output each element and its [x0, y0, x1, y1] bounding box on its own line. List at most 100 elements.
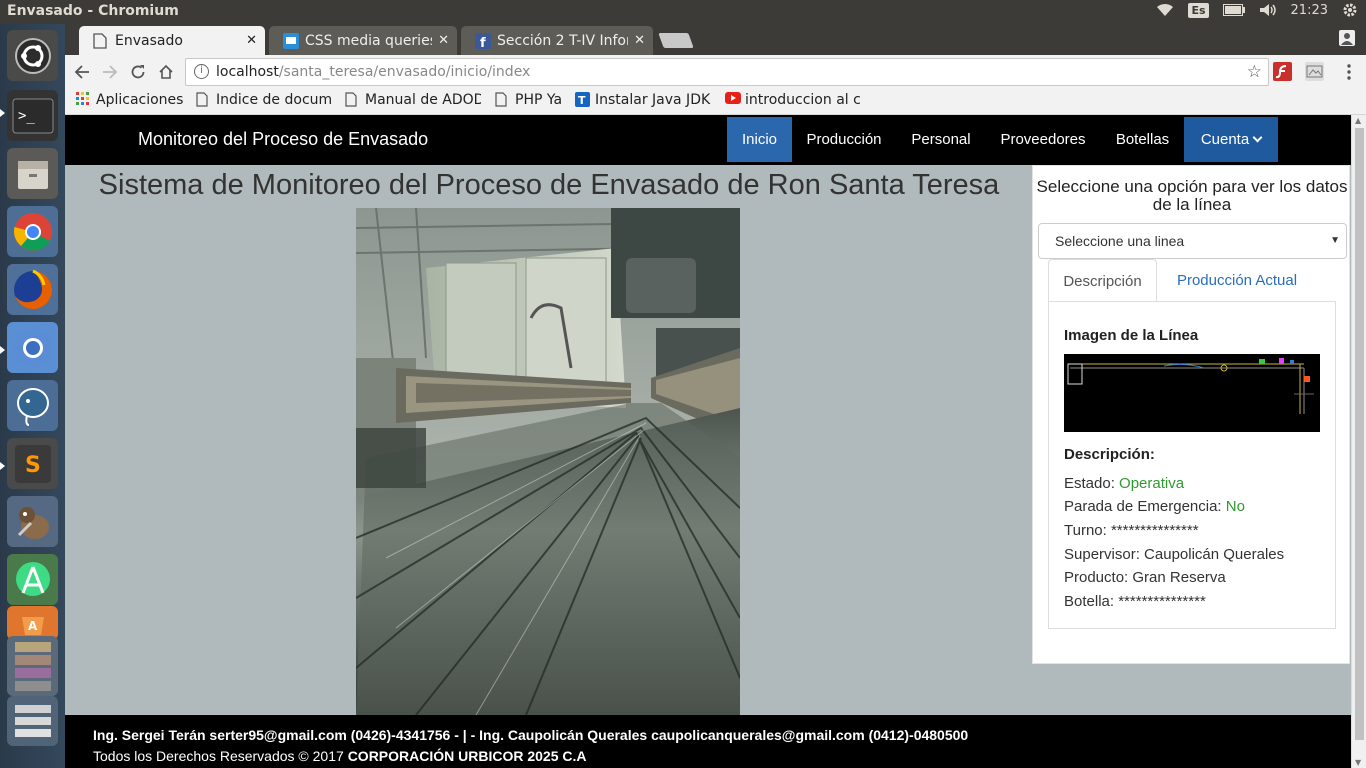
nav-cuenta-dropdown[interactable]: Cuenta — [1184, 117, 1278, 162]
keyboard-layout-indicator[interactable]: Es — [1188, 2, 1209, 18]
svg-text:S: S — [25, 453, 41, 478]
home-icon[interactable] — [154, 60, 178, 84]
wifi-icon[interactable] — [1156, 3, 1174, 17]
battery-icon[interactable] — [1222, 4, 1245, 16]
bookmark-star-icon[interactable]: ☆ — [1247, 62, 1262, 82]
url-host: localhost — [216, 64, 279, 80]
trash-icon[interactable] — [7, 696, 58, 746]
url-text: localhost/santa_teresa/envasado/inicio/i… — [216, 64, 530, 80]
tutorial-site-icon: T — [575, 92, 590, 108]
line-select-prompt: Seleccione una opción para ver los datos… — [1036, 177, 1348, 214]
bookmark-instalar-java[interactable]: T Instalar Java JDK — [575, 92, 713, 108]
line-layout-image — [1064, 354, 1320, 432]
software-center-icon[interactable]: A — [7, 606, 58, 640]
nav-proveedores[interactable]: Proveedores — [991, 117, 1095, 162]
url-path: /santa_teresa/envasado/inicio/index — [278, 64, 531, 80]
user-profile-icon[interactable] — [1338, 29, 1356, 47]
page-icon — [196, 92, 210, 108]
files-icon[interactable] — [7, 148, 58, 199]
tab-descripcion[interactable]: Descripción — [1048, 259, 1157, 302]
field-turno: Turno: *************** — [1064, 522, 1199, 539]
line-select[interactable]: Seleccione una linea ▼ — [1038, 223, 1347, 259]
field-label: Producto: — [1064, 569, 1129, 586]
tab-seccion-2[interactable]: f Sección 2 T-IV Infor ✕ — [461, 26, 653, 55]
svg-text:>_: >_ — [18, 108, 35, 124]
terminal-icon[interactable]: >_ — [7, 90, 58, 141]
field-value: Gran Reserva — [1132, 569, 1226, 586]
flash-extension-icon[interactable] — [1273, 62, 1292, 81]
page-scrollbar[interactable]: ▲ ▼ — [1351, 115, 1366, 768]
status-value: No — [1225, 498, 1245, 515]
reload-icon[interactable] — [126, 60, 150, 84]
tab-title: Sección 2 T-IV Infor — [497, 32, 629, 49]
browser-toolbar: i localhost/santa_teresa/envasado/inicio… — [65, 55, 1366, 89]
field-parada-emergencia: Parada de Emergencia: No — [1064, 498, 1245, 515]
browser-window: Envasado ✕ CSS media queries ✕ f Sección… — [65, 24, 1366, 768]
bookmark-introduccion[interactable]: introduccion al c — [725, 92, 863, 108]
line-info-panel: Seleccione una opción para ver los datos… — [1032, 165, 1350, 664]
tab-produccion-actual[interactable]: Producción Actual — [1162, 259, 1312, 302]
clock[interactable]: 21:23 — [1291, 3, 1328, 18]
android-studio-icon[interactable] — [7, 554, 58, 605]
gear-icon[interactable] — [1342, 2, 1358, 18]
bookmark-label: Manual de ADOD — [365, 92, 481, 108]
ubuntu-dash-icon[interactable] — [7, 30, 58, 81]
bookmark-php-ya[interactable]: PHP Ya — [495, 92, 562, 108]
nav-produccion[interactable]: Producción — [797, 117, 891, 162]
svg-text:A: A — [28, 619, 38, 633]
apps-grid-icon — [76, 92, 90, 108]
bookmark-label: introduccion al c — [745, 92, 861, 108]
footer-rights: Todos los Derechos Reservados © 2017 — [93, 748, 348, 764]
nav-botellas[interactable]: Botellas — [1105, 117, 1180, 162]
field-label: Turno: — [1064, 522, 1107, 539]
line-image-heading: Imagen de la Línea — [1064, 327, 1199, 344]
scroll-down-icon[interactable]: ▼ — [1355, 758, 1361, 767]
close-icon[interactable]: ✕ — [634, 33, 645, 48]
field-value: *************** — [1110, 522, 1199, 539]
bookmark-aplicaciones[interactable]: Aplicaciones — [76, 92, 183, 108]
nav-personal[interactable]: Personal — [901, 117, 981, 162]
chromium-icon[interactable] — [7, 322, 58, 373]
close-icon[interactable]: ✕ — [246, 33, 257, 48]
gimp-icon[interactable] — [7, 496, 58, 547]
launcher: >_ S A — [0, 24, 65, 768]
tab-strip: Envasado ✕ CSS media queries ✕ f Sección… — [65, 24, 1366, 55]
tab-css-media-queries[interactable]: CSS media queries ✕ — [269, 26, 457, 55]
footer-copyright: Todos los Derechos Reservados © 2017 COR… — [93, 748, 587, 764]
field-estado: Estado: Operativa — [1064, 475, 1184, 492]
field-value: *************** — [1118, 593, 1206, 610]
forward-icon[interactable] — [98, 60, 122, 84]
postgresql-icon[interactable] — [7, 380, 58, 431]
close-icon[interactable]: ✕ — [438, 33, 449, 48]
scroll-up-icon[interactable]: ▲ — [1355, 116, 1361, 125]
site-navbar: Monitoreo del Proceso de Envasado Inicio… — [65, 115, 1351, 165]
bookmarks-bar: Aplicaciones Indice de docume Manual de … — [65, 89, 1366, 115]
back-icon[interactable] — [70, 60, 94, 84]
workspaces-icon[interactable] — [7, 636, 58, 696]
svg-text:f: f — [480, 36, 486, 49]
tab-envasado[interactable]: Envasado ✕ — [79, 26, 265, 55]
site-footer: Ing. Sergei Terán serter95@gmail.com (04… — [65, 715, 1351, 768]
sublime-text-icon[interactable]: S — [7, 438, 58, 489]
chrome-icon[interactable] — [7, 206, 58, 257]
volume-icon[interactable] — [1259, 3, 1277, 17]
menu-icon[interactable] — [1337, 60, 1361, 84]
svg-text:T: T — [578, 94, 586, 107]
site-brand[interactable]: Monitoreo del Proceso de Envasado — [138, 129, 428, 150]
firefox-icon[interactable] — [7, 264, 58, 315]
description-heading: Descripción: — [1064, 446, 1155, 463]
field-value: Caupolicán Querales — [1144, 546, 1285, 563]
new-tab-button[interactable] — [658, 33, 694, 48]
keyboard-layout-label: Es — [1188, 2, 1209, 18]
info-icon[interactable]: i — [194, 64, 209, 79]
scrollbar-thumb[interactable] — [1355, 128, 1364, 740]
bookmark-label: PHP Ya — [515, 92, 563, 108]
bookmark-indice[interactable]: Indice de docume — [196, 92, 331, 108]
nav-inicio[interactable]: Inicio — [727, 117, 792, 162]
page-viewport: Monitoreo del Proceso de Envasado Inicio… — [65, 115, 1351, 768]
address-bar[interactable]: i localhost/santa_teresa/envasado/inicio… — [185, 58, 1269, 86]
bookmark-manual-adodb[interactable]: Manual de ADOD — [345, 92, 481, 108]
extension-icon[interactable] — [1305, 62, 1324, 81]
field-label: Estado: — [1064, 475, 1115, 492]
bookmark-label: Instalar Java JDK — [595, 92, 711, 108]
